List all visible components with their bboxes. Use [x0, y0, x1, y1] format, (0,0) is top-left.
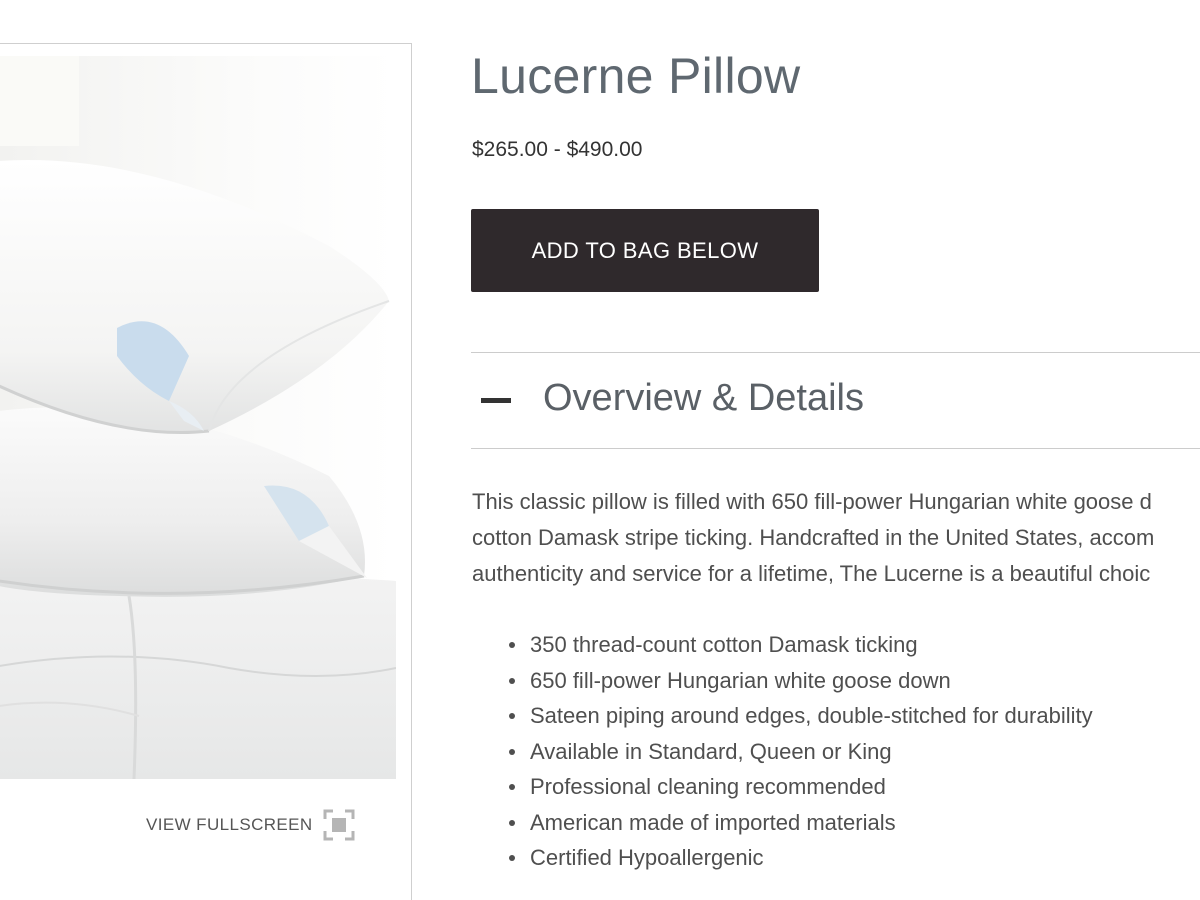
minus-icon	[481, 398, 511, 403]
feature-list-item: Available in Standard, Queen or King	[472, 734, 1093, 770]
feature-list-item: Sateen piping around edges, double-stitc…	[472, 698, 1093, 734]
add-to-bag-button[interactable]: ADD TO BAG BELOW	[471, 209, 819, 292]
divider	[471, 448, 1200, 449]
product-description: This classic pillow is filled with 650 f…	[472, 484, 1200, 592]
product-gallery: VIEW FULLSCREEN	[0, 43, 412, 900]
feature-list-item: 650 fill-power Hungarian white goose dow…	[472, 663, 1093, 699]
description-line: authenticity and service for a lifetime,…	[472, 561, 1151, 586]
description-line: cotton Damask stripe ticking. Handcrafte…	[472, 525, 1155, 550]
fullscreen-icon	[323, 809, 355, 841]
view-fullscreen-label: VIEW FULLSCREEN	[146, 815, 313, 834]
overview-accordion-toggle[interactable]: Overview & Details	[471, 353, 1200, 448]
feature-list-item: American made of imported materials	[472, 805, 1093, 841]
product-image[interactable]	[0, 56, 396, 779]
feature-list-item: Professional cleaning recommended	[472, 769, 1093, 805]
description-line: This classic pillow is filled with 650 f…	[472, 489, 1152, 514]
product-title: Lucerne Pillow	[471, 48, 801, 104]
product-page: VIEW FULLSCREEN Lucerne Pillow $265.00 -…	[0, 0, 1200, 900]
overview-title: Overview & Details	[543, 377, 864, 419]
price-range: $265.00 - $490.00	[472, 138, 643, 161]
feature-list-item: Certified Hypoallergenic	[472, 840, 1093, 876]
feature-list-item: 350 thread-count cotton Damask ticking	[472, 627, 1093, 663]
view-fullscreen-button[interactable]: VIEW FULLSCREEN	[146, 809, 355, 841]
feature-list: 350 thread-count cotton Damask ticking 6…	[472, 627, 1093, 876]
